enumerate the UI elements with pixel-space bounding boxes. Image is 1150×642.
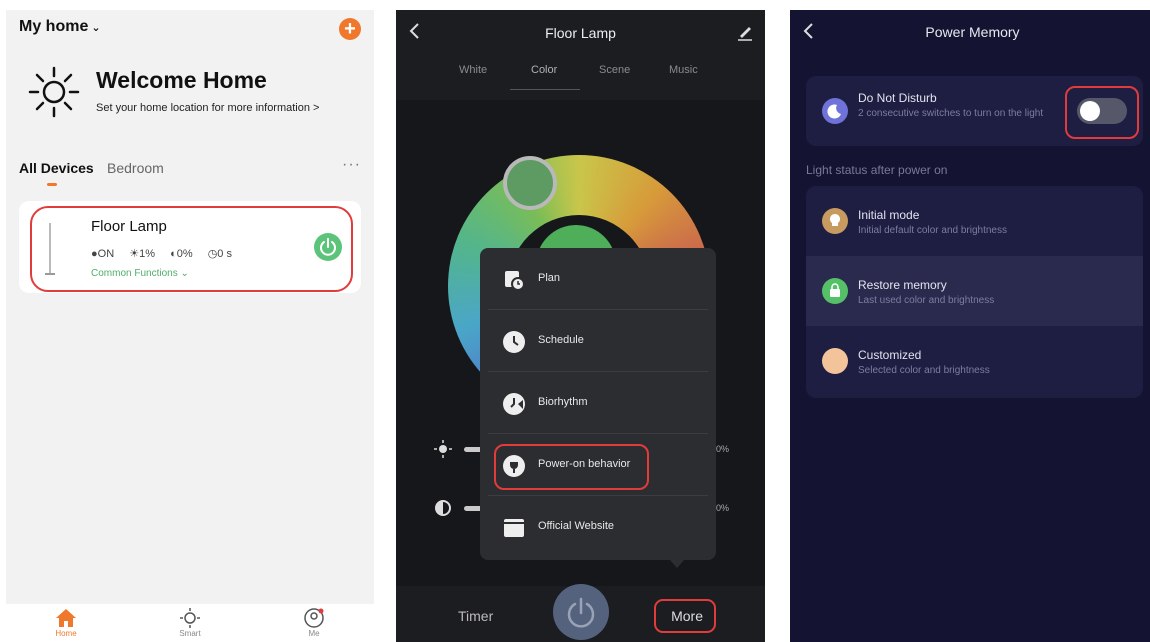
brightness-value: 0% (716, 444, 730, 454)
bulb-icon (822, 208, 848, 234)
home-screen: My home ⌄ + Welcome Home Set your home lo… (6, 10, 374, 642)
menu-item-biorhythm[interactable]: Biorhythm (488, 372, 708, 434)
home-top-bar: My home ⌄ + (19, 18, 361, 42)
home-selector[interactable]: My home ⌄ (19, 18, 101, 36)
home-name: My home (19, 18, 89, 35)
add-device-button[interactable]: + (339, 18, 361, 40)
active-tab-indicator (47, 183, 57, 186)
power-icon (567, 597, 595, 628)
dnd-description: 2 consecutive switches to turn on the li… (858, 108, 1044, 119)
lock-glyph (830, 283, 840, 297)
more-menu-popup: Plan Schedule Biorhythm Power-on behavio… (480, 248, 716, 560)
option-description: Last used color and brightness (858, 295, 995, 306)
tab-all-devices[interactable]: All Devices (19, 160, 94, 176)
highlight-more-button (654, 599, 716, 633)
moon-glyph (827, 104, 841, 119)
more-options-icon[interactable]: ··· (342, 156, 361, 174)
highlight-device-card (30, 206, 353, 292)
menu-item-schedule[interactable]: Schedule (488, 310, 708, 372)
welcome-banner: Welcome Home Set your home location for … (26, 64, 354, 124)
room-tabs: All Devices Bedroom ··· (19, 156, 361, 190)
bulb-glyph (830, 214, 840, 226)
tab-bedroom[interactable]: Bedroom (107, 160, 164, 176)
power-memory-title: Power Memory (925, 24, 1020, 40)
option-initial-mode[interactable]: Initial mode Initial default color and b… (806, 186, 1143, 256)
saturation-value: 0% (716, 503, 730, 513)
bottom-navigation: Home Smart Me (6, 604, 374, 642)
option-description: Selected color and brightness (858, 365, 990, 376)
tab-white[interactable]: White (459, 64, 487, 76)
brightness-icon (434, 440, 452, 458)
profile-icon (304, 608, 324, 628)
power-on-options: Initial mode Initial default color and b… (806, 186, 1143, 398)
tab-scene[interactable]: Scene (599, 64, 630, 76)
plan-icon (505, 271, 525, 291)
nav-smart[interactable]: Smart (160, 608, 220, 638)
menu-item-plan[interactable]: Plan (488, 248, 708, 310)
tab-music[interactable]: Music (669, 64, 698, 76)
color-swatch-icon (822, 348, 848, 374)
lamp-header: Floor Lamp White Color Scene Music (396, 10, 765, 100)
lamp-title: Floor Lamp (545, 25, 616, 41)
smart-sun-icon (180, 608, 200, 628)
sun-icon (28, 66, 80, 118)
moon-icon (822, 98, 848, 124)
option-description: Initial default color and brightness (858, 225, 1007, 236)
lock-memory-icon (822, 278, 848, 304)
option-customized[interactable]: Customized Selected color and brightness (806, 326, 1143, 396)
highlight-power-on-behavior (494, 444, 649, 490)
option-restore-memory[interactable]: Restore memory Last used color and brigh… (806, 256, 1143, 326)
nav-home[interactable]: Home (36, 608, 96, 638)
edit-icon[interactable] (737, 23, 753, 41)
clock-icon (503, 331, 525, 353)
welcome-title: Welcome Home (96, 67, 267, 93)
chevron-down-icon: ⌄ (91, 22, 101, 34)
option-title: Restore memory (858, 278, 947, 292)
active-tab-indicator (510, 89, 580, 90)
biorhythm-icon (503, 393, 525, 415)
lamp-control-screen: Floor Lamp White Color Scene Music 0% 0% (396, 10, 765, 642)
dnd-title: Do Not Disturb (858, 91, 937, 105)
menu-item-official-website[interactable]: Official Website (488, 496, 708, 558)
section-label: Light status after power on (806, 163, 948, 177)
highlight-dnd-toggle (1065, 86, 1139, 139)
option-title: Initial mode (858, 208, 920, 222)
timer-button[interactable]: Timer (458, 608, 493, 624)
tab-color[interactable]: Color (531, 64, 557, 76)
color-picker-handle[interactable] (503, 156, 557, 210)
home-icon (56, 609, 76, 627)
nav-me[interactable]: Me (284, 608, 344, 638)
power-memory-screen: Power Memory Do Not Disturb 2 consecutiv… (790, 10, 1150, 642)
website-icon (504, 519, 524, 537)
option-title: Customized (858, 348, 922, 362)
contrast-icon (435, 500, 451, 516)
main-power-button[interactable] (553, 584, 609, 640)
popup-pointer (669, 559, 685, 568)
set-location-link[interactable]: Set your home location for more informat… (96, 102, 319, 114)
